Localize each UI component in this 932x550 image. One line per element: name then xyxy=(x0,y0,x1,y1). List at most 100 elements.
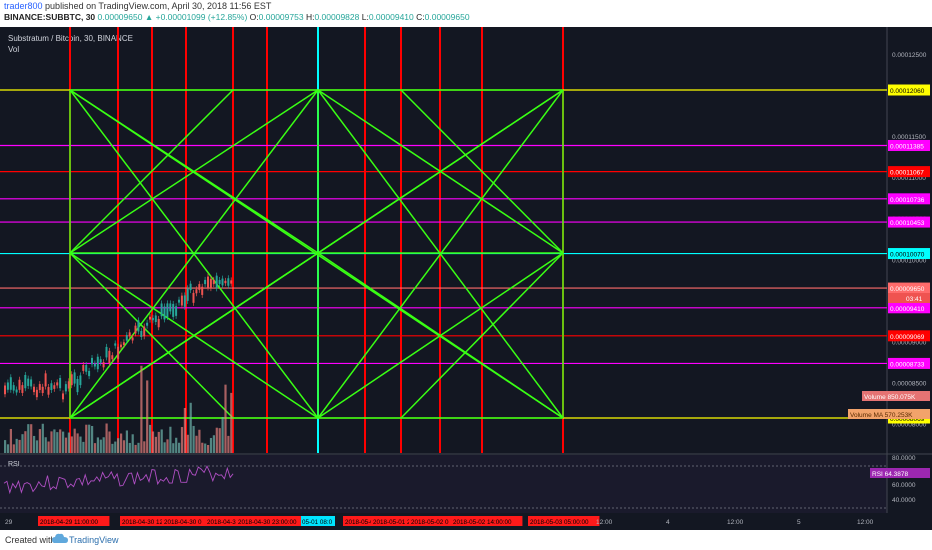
candle xyxy=(85,365,88,372)
volume-bar xyxy=(125,430,128,453)
candle xyxy=(157,318,160,328)
volume-bar xyxy=(120,433,123,453)
volume-bar xyxy=(180,427,184,453)
candle xyxy=(120,344,122,348)
candle xyxy=(151,317,154,321)
volume-bar xyxy=(33,435,36,453)
candle xyxy=(76,378,79,393)
volume-bar xyxy=(12,444,15,453)
level-label: 0.00009410 xyxy=(890,306,925,313)
volume-bar xyxy=(105,423,108,453)
candle xyxy=(192,292,195,303)
volume-badge-label: Volume 850.075K xyxy=(864,394,916,401)
candle xyxy=(178,299,180,303)
candle xyxy=(44,373,47,387)
candle xyxy=(131,337,134,341)
candle xyxy=(70,374,73,386)
candle xyxy=(207,276,209,288)
candle xyxy=(73,372,76,384)
candle xyxy=(38,384,41,391)
candle xyxy=(50,383,53,391)
time-badge-cyan-label: 05-01 08:0 xyxy=(302,519,333,526)
volume-bar xyxy=(50,431,53,453)
candle xyxy=(59,377,62,389)
volume-bar xyxy=(93,443,97,453)
price-chart[interactable]: Substratum / Bitcoin, 30, BINANCEVol0.00… xyxy=(0,0,932,530)
time-badge-label: 2018-04-3 xyxy=(207,519,236,526)
candle xyxy=(6,382,9,390)
candle xyxy=(154,315,157,323)
candle xyxy=(91,357,93,365)
candle xyxy=(143,326,146,337)
price-tick: 0.00008500 xyxy=(892,381,927,388)
volume-bar xyxy=(73,428,76,453)
volume-bar xyxy=(157,431,160,453)
candle xyxy=(82,364,85,371)
volume-bar xyxy=(172,443,175,453)
volume-bar xyxy=(166,439,169,453)
price-tick: 0.00012500 xyxy=(892,52,927,59)
candle xyxy=(198,284,201,290)
candle xyxy=(175,306,178,316)
candle xyxy=(204,279,207,285)
level-label: 0.00008733 xyxy=(890,361,925,368)
volume-bar xyxy=(122,440,126,453)
candle xyxy=(111,355,114,360)
volume-bar xyxy=(137,442,140,453)
volume-bar xyxy=(53,429,56,453)
candle xyxy=(102,362,105,368)
candle xyxy=(4,385,6,395)
tradingview-brand[interactable]: TradingView xyxy=(69,535,119,545)
candle xyxy=(218,280,221,284)
volume-bar xyxy=(99,439,102,453)
volume-bar xyxy=(79,436,82,453)
candle xyxy=(108,350,111,364)
volume-bar xyxy=(149,424,152,453)
volume-bar xyxy=(102,437,105,453)
volume-bar xyxy=(70,436,73,453)
candle xyxy=(105,346,108,358)
time-badge-label: 2018-05-02 0 xyxy=(411,519,449,526)
candle xyxy=(134,325,137,334)
candle xyxy=(93,363,96,367)
volume-bar xyxy=(146,380,149,453)
volume-bar xyxy=(24,431,27,453)
time-tick: 4 xyxy=(666,519,670,526)
volume-bar xyxy=(111,443,114,453)
candle xyxy=(47,387,50,395)
candle xyxy=(62,393,64,400)
volume-bar xyxy=(88,424,91,453)
candle xyxy=(18,379,21,390)
volume-bar xyxy=(221,416,224,453)
level-label: 0.00010453 xyxy=(890,220,925,227)
time-badge-label: 2018-05-01 2 xyxy=(373,519,411,526)
candle xyxy=(128,332,131,337)
volume-bar xyxy=(85,424,88,453)
volume-bar xyxy=(30,424,33,453)
candle xyxy=(149,316,151,320)
volume-bar xyxy=(143,441,146,453)
candle xyxy=(41,386,44,394)
candle xyxy=(227,278,230,286)
volume-bar xyxy=(189,402,192,453)
candle xyxy=(166,303,169,318)
volume-bar xyxy=(76,433,79,453)
volume-bar xyxy=(128,442,131,453)
volume-bar xyxy=(151,431,155,453)
time-tick: 29 xyxy=(5,519,13,526)
candle xyxy=(99,359,102,363)
candle xyxy=(169,303,172,312)
rsi-value: RSI 64.3878 xyxy=(872,471,909,478)
volume-bar xyxy=(56,432,59,453)
candle xyxy=(96,356,99,370)
candle xyxy=(172,303,175,317)
candle xyxy=(114,343,117,346)
volume-bar xyxy=(169,426,172,453)
candle xyxy=(15,389,18,393)
rsi-label: RSI xyxy=(8,461,20,468)
time-tick: 12:00 xyxy=(727,519,744,526)
volume-bar xyxy=(67,432,70,453)
volume-bar xyxy=(183,407,186,453)
countdown-label: 03:41 xyxy=(906,296,923,303)
level-label: 0.00009069 xyxy=(890,334,925,341)
